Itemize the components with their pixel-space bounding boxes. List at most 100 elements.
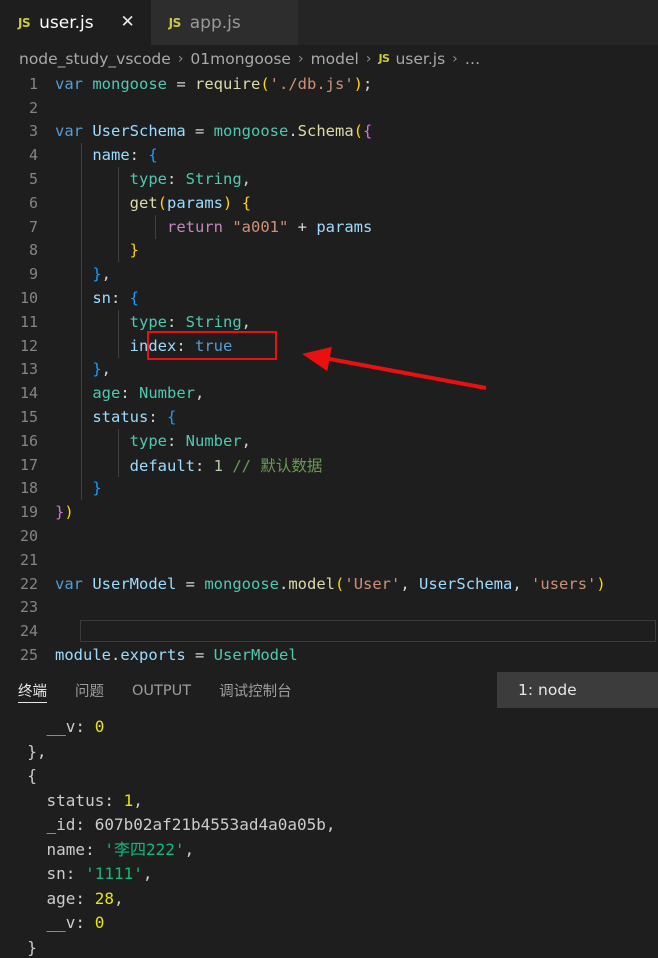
code-line[interactable]: 5 type: String, (0, 167, 658, 191)
terminal-token: } (8, 937, 37, 957)
breadcrumb-item-node_study_vscode[interactable]: node_study_vscode (19, 50, 171, 68)
code-token: true (195, 336, 233, 355)
code-token: UserSchema (419, 574, 513, 593)
code-line[interactable]: 24 (0, 619, 658, 643)
code-line[interactable]: 18 } (0, 476, 658, 501)
breadcrumb-separator-icon: › (297, 50, 304, 67)
terminal-output[interactable]: __v: 0 }, { status: 1, _id: 607b02af21b4… (0, 709, 658, 958)
close-icon[interactable]: ✕ (119, 14, 137, 31)
terminal-selector-dropdown[interactable]: 1: node (497, 672, 658, 708)
line-number: 12 (19, 336, 38, 355)
code-line[interactable]: 15 status: { (0, 405, 658, 429)
code-line-text: get(params) { (55, 194, 251, 212)
code-token: sn (92, 289, 111, 308)
code-line[interactable]: 17 default: 1 // 默认数据 (0, 452, 658, 477)
code-token: } (129, 241, 139, 260)
terminal-token: , (184, 839, 195, 859)
code-editor[interactable]: 1 var mongoose = require('./db.js'); 2 3 var… (0, 72, 658, 672)
terminal-token: status: (8, 790, 124, 810)
code-line[interactable]: 22 var UserModel = mongoose.model('User',… (0, 572, 658, 596)
terminal-token: 0 (94, 717, 105, 736)
code-token: , (241, 312, 251, 331)
line-number: 18 (19, 479, 38, 498)
code-line[interactable]: 4 name: { (0, 143, 658, 168)
editor-tab-app-js[interactable]: JS app.js (150, 0, 298, 45)
breadcrumb-item-01mongoose[interactable]: 01mongoose (190, 50, 291, 68)
code-token: name (92, 146, 130, 165)
code-token: mongoose (204, 574, 279, 593)
breadcrumb-item-overflow[interactable]: … (465, 50, 481, 68)
code-line[interactable]: 21 (0, 548, 658, 572)
code-line[interactable]: 8 } (0, 238, 658, 263)
editor-tab-user-js[interactable]: JS user.js ✕ (0, 0, 151, 45)
code-token: './db.js' (269, 74, 354, 93)
breadcrumb-separator-icon: › (177, 50, 184, 67)
code-line[interactable]: 1 var mongoose = require('./db.js'); (0, 72, 658, 96)
code-line[interactable]: 12 index: true (0, 333, 658, 358)
code-token: mongoose (213, 122, 289, 141)
code-token: ) (223, 193, 233, 212)
code-token: , (241, 170, 251, 189)
code-line[interactable]: 13 }, (0, 357, 658, 382)
code-line[interactable]: 6 get(params) { (0, 190, 658, 215)
code-token: type (129, 312, 167, 331)
code-line[interactable]: 9 }, (0, 262, 658, 287)
terminal-line: __v: 0 (8, 911, 658, 936)
line-number: 3 (28, 122, 38, 141)
code-line[interactable]: 14 age: Number, (0, 381, 658, 406)
editor-tab-bar: JS user.js ✕ JS app.js (0, 0, 658, 45)
code-token: ) (596, 574, 606, 593)
line-number: 10 (19, 289, 38, 308)
code-line[interactable]: 10 sn: { (0, 286, 658, 310)
line-number: 9 (28, 265, 38, 284)
code-token: params (167, 193, 223, 212)
code-line[interactable]: 11 type: String, (0, 309, 658, 334)
code-line[interactable]: 7 return "a001" + params (0, 214, 658, 239)
code-line[interactable]: 23 (0, 596, 658, 620)
code-line[interactable]: 19}) (0, 500, 658, 524)
terminal-token: age: (8, 888, 95, 908)
code-line[interactable]: 3 var UserSchema = mongoose.Schema({ (0, 120, 658, 144)
code-token: String (185, 170, 242, 189)
line-number: 6 (28, 193, 38, 212)
js-file-icon: JS (18, 15, 31, 30)
terminal-token: { (8, 766, 37, 785)
breadcrumb[interactable]: node_study_vscode › 01mongoose › model ›… (0, 45, 658, 72)
panel-tab-终端[interactable]: 终端 (18, 672, 61, 709)
code-line-text: var UserSchema = mongoose.Schema({ (55, 122, 372, 140)
code-token: var (55, 574, 83, 593)
panel-tab-label: 调试控制台 (219, 684, 292, 700)
terminal-line: status: 1, (8, 789, 658, 814)
code-token: ( (157, 193, 167, 212)
code-line[interactable]: 20 (0, 524, 658, 548)
code-token: . (279, 574, 289, 593)
terminal-token: _id: 607b02af21b4553ad4a0a05b, (8, 815, 336, 834)
breadcrumb-item-model[interactable]: model (311, 50, 359, 68)
code-line[interactable]: 25 module.exports = UserModel (0, 643, 658, 667)
line-number: 23 (19, 598, 38, 617)
breadcrumb-item-user-js[interactable]: user.js (395, 50, 445, 68)
panel-tab-OUTPUT[interactable]: OUTPUT (132, 672, 205, 709)
terminal-line: { (8, 764, 658, 789)
code-line[interactable]: 2 (0, 96, 658, 120)
code-token: var (55, 122, 83, 141)
code-token: { (148, 146, 158, 165)
breadcrumb-separator-icon: › (452, 50, 458, 67)
code-token: : (148, 408, 167, 427)
code-token: 1 (213, 456, 223, 475)
panel-tab-调试控制台[interactable]: 调试控制台 (219, 672, 306, 709)
line-number: 16 (19, 431, 38, 450)
code-line[interactable]: 16 type: Number, (0, 428, 658, 453)
panel-tab-问题[interactable]: 问题 (75, 672, 118, 709)
code-line-text: }, (55, 265, 111, 283)
terminal-token: '李四222' (104, 839, 185, 859)
line-number: 13 (19, 360, 38, 379)
line-number: 21 (19, 550, 38, 569)
